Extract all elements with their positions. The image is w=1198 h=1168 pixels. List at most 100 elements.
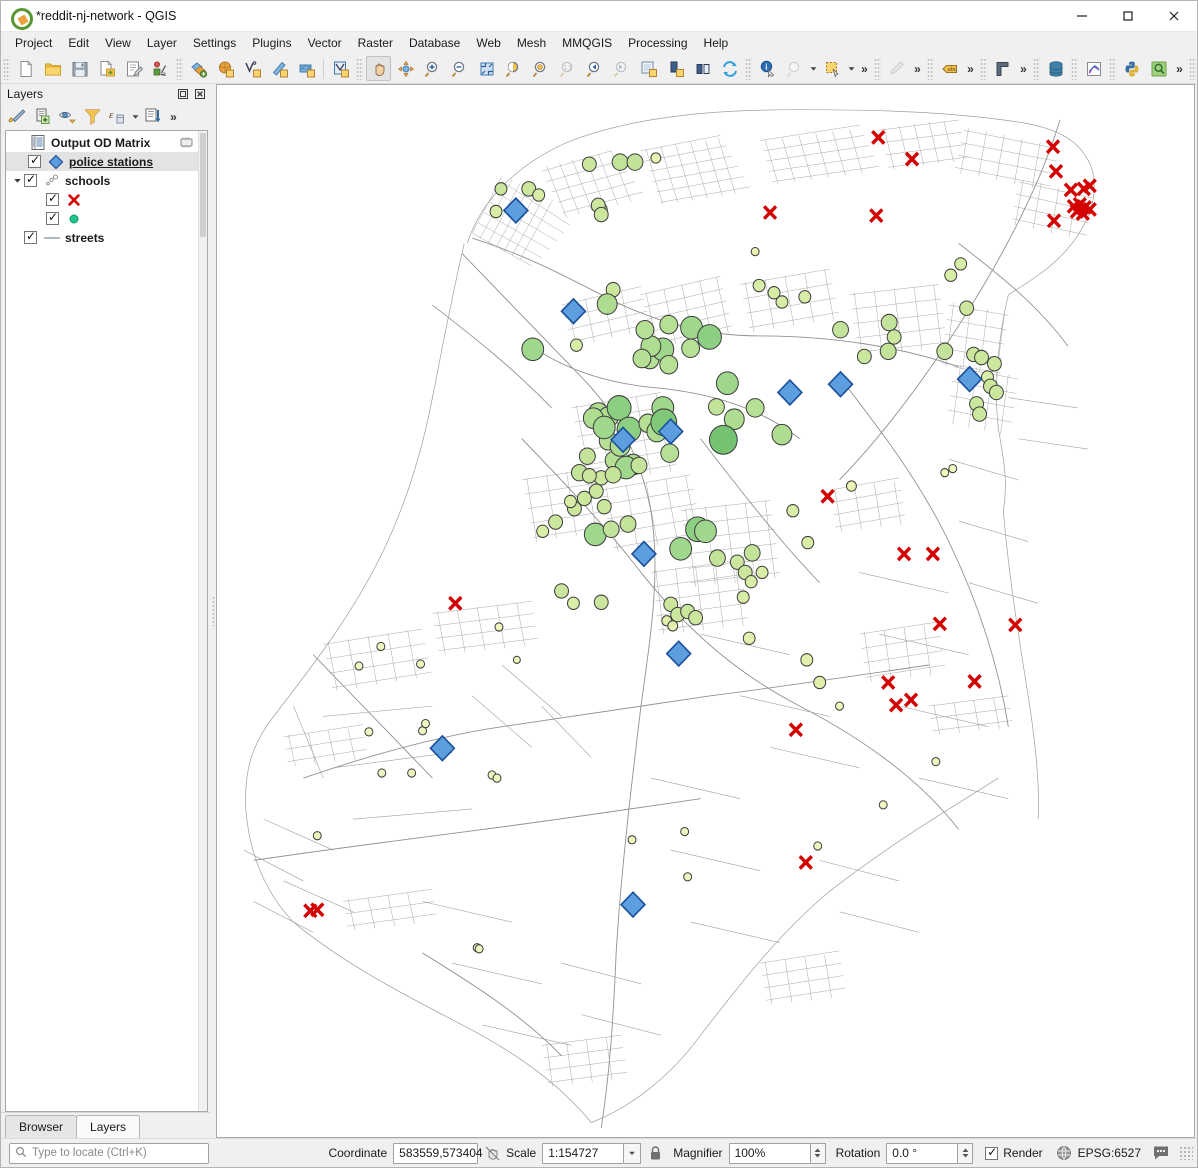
toolbar-grip[interactable] <box>1033 57 1040 80</box>
filter-legend-icon[interactable] <box>80 105 104 129</box>
plugins-toolbar-overflow[interactable]: » <box>1172 58 1187 80</box>
toolbar-grip[interactable] <box>927 57 934 80</box>
add-group-icon[interactable] <box>30 105 54 129</box>
scale-dropdown-icon[interactable] <box>624 1142 642 1164</box>
render-checkbox[interactable] <box>985 1145 999 1160</box>
snapping-icon[interactable] <box>990 56 1015 81</box>
toggle-extents-icon[interactable] <box>481 1142 503 1164</box>
zoom-out-icon[interactable] <box>447 56 472 81</box>
open-layer-styling-panel-icon[interactable] <box>5 105 29 129</box>
digitizing-toolbar-overflow[interactable]: » <box>910 58 925 80</box>
layer-row-streets[interactable]: streets <box>6 228 198 247</box>
label-icon[interactable]: abc <box>937 56 962 81</box>
menu-raster[interactable]: Raster <box>350 33 401 53</box>
lock-scale-icon[interactable] <box>644 1142 666 1164</box>
toolbar-grip[interactable] <box>356 57 363 80</box>
menu-layer[interactable]: Layer <box>139 33 185 53</box>
layer-row-schools-class-closed[interactable] <box>6 190 198 209</box>
expand-collapse-all-icon[interactable] <box>141 105 165 129</box>
toolbar-grip[interactable] <box>1071 57 1078 80</box>
layer-visibility-checkbox-streets[interactable] <box>24 229 37 244</box>
close-button[interactable] <box>1151 1 1197 32</box>
messages-icon[interactable] <box>1150 1142 1172 1164</box>
toolbar-grip[interactable] <box>3 57 10 80</box>
rotation-spinner[interactable] <box>958 1142 974 1164</box>
undock-panel-icon[interactable] <box>176 87 190 101</box>
add-vector-layer-icon[interactable] <box>240 56 265 81</box>
deselect-features-icon[interactable] <box>820 56 845 81</box>
zoom-native-icon[interactable]: 1:1 <box>555 56 580 81</box>
refresh-icon[interactable] <box>717 56 742 81</box>
menu-mesh[interactable]: Mesh <box>509 33 554 53</box>
pan-to-selection-icon[interactable] <box>393 56 418 81</box>
layer-row-output-od-matrix[interactable]: Output OD Matrix <box>6 133 198 152</box>
new-3d-map-view-icon[interactable] <box>663 56 688 81</box>
metasearch-icon[interactable] <box>1146 56 1171 81</box>
style-manager-icon[interactable]: a <box>148 56 173 81</box>
layer-visibility-checkbox-police-stations[interactable] <box>28 153 41 168</box>
add-mesh-layer-icon[interactable] <box>294 56 319 81</box>
pan-map-icon[interactable] <box>366 56 391 81</box>
zoom-next-icon[interactable] <box>609 56 634 81</box>
new-print-layout-icon[interactable] <box>121 56 146 81</box>
expression-filter-dropdown-icon[interactable] <box>130 112 141 121</box>
zoom-layer-icon[interactable] <box>528 56 553 81</box>
database-icon[interactable] <box>1043 56 1068 81</box>
menu-plugins[interactable]: Plugins <box>244 33 299 53</box>
coordinate-input[interactable]: 583559,573404 <box>393 1142 483 1164</box>
new-map-view-icon[interactable] <box>636 56 661 81</box>
zoom-last-icon[interactable] <box>582 56 607 81</box>
deselect-features-dropdown-icon[interactable] <box>846 58 857 80</box>
crs-label[interactable]: EPSG:6527 <box>1078 1146 1141 1160</box>
minimize-button[interactable] <box>1059 1 1105 32</box>
zoom-selection-icon[interactable] <box>501 56 526 81</box>
save-project-as-icon[interactable] <box>94 56 119 81</box>
symbol-visibility-checkbox-green-dot[interactable] <box>46 210 59 225</box>
magnifier-input[interactable]: 100% <box>728 1142 811 1164</box>
select-features-icon[interactable] <box>782 56 807 81</box>
expression-filter-icon[interactable]: ε <box>105 105 129 129</box>
menu-mmqgis[interactable]: MMQGIS <box>554 33 620 53</box>
add-delimited-text-layer-icon[interactable] <box>267 56 292 81</box>
resize-grip[interactable] <box>1179 1146 1193 1160</box>
identify-features-icon[interactable]: i <box>755 56 780 81</box>
new-project-icon[interactable] <box>13 56 38 81</box>
new-geopackage-layer-icon[interactable] <box>213 56 238 81</box>
layer-visibility-checkbox-schools[interactable] <box>24 172 37 187</box>
toolbar-grip[interactable] <box>745 57 752 80</box>
map-canvas[interactable] <box>216 84 1195 1138</box>
collapse-schools-icon[interactable] <box>10 176 24 185</box>
layer-row-police-stations[interactable]: police stations <box>6 152 198 171</box>
layers-tree-scrollbar[interactable] <box>198 131 207 1111</box>
render-toggle[interactable]: Render <box>985 1145 1043 1160</box>
layers-tree-scrollbar-thumb[interactable] <box>200 133 206 237</box>
layer-row-schools-class-open[interactable] <box>6 209 198 228</box>
add-wfs-layer-icon[interactable] <box>328 56 353 81</box>
menu-database[interactable]: Database <box>401 33 468 53</box>
layer-row-schools[interactable]: schools <box>6 171 198 190</box>
magnifier-spinner[interactable] <box>810 1142 826 1164</box>
toolbar-grip[interactable] <box>874 57 881 80</box>
maximize-button[interactable] <box>1105 1 1151 32</box>
menu-edit[interactable]: Edit <box>60 33 97 53</box>
scale-input[interactable]: 1:154727 <box>542 1142 625 1164</box>
menu-settings[interactable]: Settings <box>185 33 244 53</box>
rotation-input[interactable]: 0.0 ° <box>886 1142 959 1164</box>
toolbar-grip[interactable] <box>1189 57 1196 80</box>
symbol-visibility-checkbox-red-cross[interactable] <box>46 191 59 206</box>
refresh-layer-icon[interactable] <box>690 56 715 81</box>
toolbar-grip[interactable] <box>980 57 987 80</box>
menu-project[interactable]: Project <box>7 33 60 53</box>
zoom-full-icon[interactable] <box>474 56 499 81</box>
label-toolbar-overflow[interactable]: » <box>963 58 978 80</box>
zoom-in-icon[interactable] <box>420 56 445 81</box>
toolbar-grip[interactable] <box>176 57 183 80</box>
menu-web[interactable]: Web <box>468 33 508 53</box>
tab-browser[interactable]: Browser <box>5 1115 78 1138</box>
close-panel-icon[interactable] <box>193 87 207 101</box>
open-project-icon[interactable] <box>40 56 65 81</box>
snapping-toolbar-overflow[interactable]: » <box>1016 58 1031 80</box>
manage-map-themes-icon[interactable] <box>55 105 79 129</box>
select-features-dropdown-icon[interactable] <box>808 58 819 80</box>
plot-icon[interactable] <box>1081 56 1106 81</box>
